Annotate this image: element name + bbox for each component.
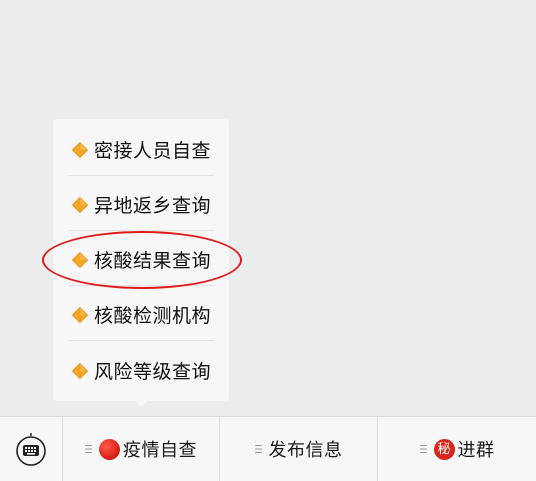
tab-publish-info[interactable]: 发布信息 [220,417,377,481]
diamond-icon [72,306,88,323]
secret-badge-icon: 秘 [433,438,455,460]
menu-item-label: 异地返乡查询 [94,195,212,217]
menu-item-testing-institutions[interactable]: 核酸检测机构 [68,287,214,342]
tab-label: 疫情自查 [123,440,197,461]
diamond-icon [72,362,88,379]
diamond-icon [72,196,88,213]
menu-item-label: 风险等级查询 [94,361,212,383]
diamond-icon [72,251,88,268]
tab-label: 发布信息 [268,440,343,461]
menu-item-label: 核酸结果查询 [94,250,212,272]
red-dot-icon [99,438,120,460]
submenu-lines-icon [254,445,262,453]
menu-item-return-home-query[interactable]: 异地返乡查询 [68,177,214,232]
menu-item-nucleic-result-query[interactable]: 核酸结果查询 [68,232,214,287]
diamond-icon [72,141,88,158]
tab-label: 进群 [457,440,495,461]
menu-item-label: 密接人员自查 [94,140,212,162]
menu-divider [68,340,214,341]
menu-divider [68,175,214,176]
menu-item-close-contact-check[interactable]: 密接人员自查 [68,122,214,177]
menu-item-label: 核酸检测机构 [94,305,212,327]
bottom-menu-bar: 疫情自查 发布信息 秘 进群 [0,416,536,481]
submenu-lines-icon [85,445,92,453]
menu-item-risk-level-query[interactable]: 风险等级查询 [68,343,214,398]
tab-epidemic-self-check[interactable]: 疫情自查 [63,417,219,481]
menu-divider [68,285,214,286]
keyboard-icon [16,433,46,466]
keyboard-toggle-button[interactable] [0,417,62,481]
popup-arrow [133,399,149,407]
submenu-lines-icon [419,445,427,453]
menu-divider [68,230,214,231]
popup-menu: 密接人员自查 异地返乡查询 核酸结果查询 核酸检测机构 风险等级查询 [53,119,229,401]
tab-join-group[interactable]: 秘 进群 [378,417,536,481]
